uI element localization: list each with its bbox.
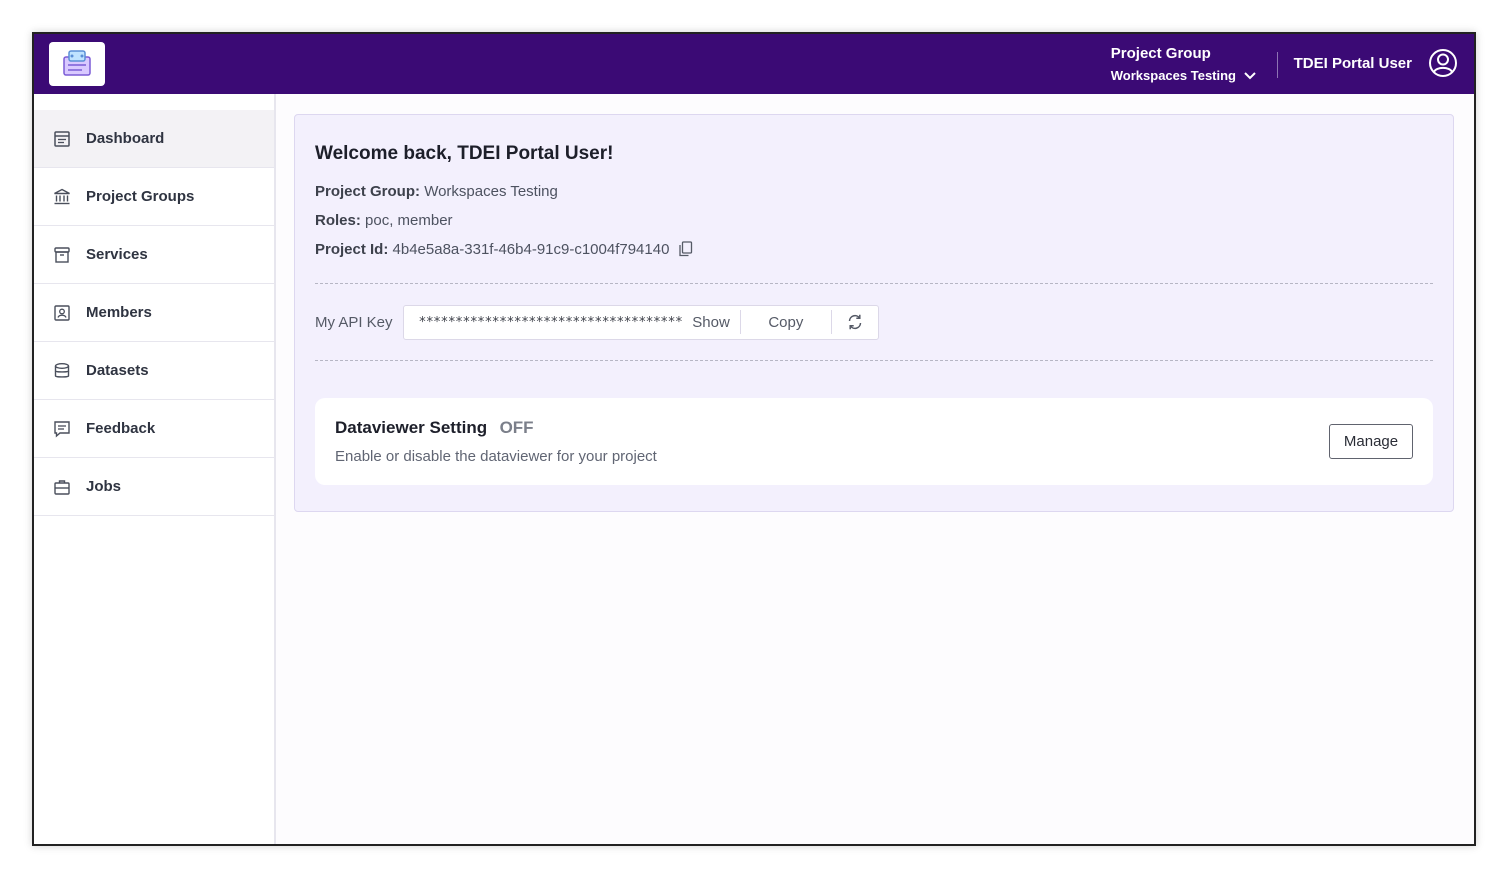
project-group-info-value: Workspaces Testing	[424, 183, 558, 200]
project-group-label: Project Group	[1110, 45, 1211, 62]
sidebar-item-datasets[interactable]: Datasets	[34, 342, 274, 400]
dataviewer-status: OFF	[499, 418, 534, 437]
project-id-value: 4b4e5a8a-331f-46b4-91c9-c1004f794140	[392, 241, 670, 258]
roles-info: Roles: poc, member	[315, 206, 1433, 235]
sidebar-item-label: Members	[86, 304, 152, 321]
user-name: TDEI Portal User	[1293, 54, 1412, 72]
sidebar-item-label: Feedback	[86, 420, 156, 437]
sidebar-item-dashboard[interactable]: Dashboard	[34, 110, 274, 168]
dashboard-icon	[52, 129, 72, 149]
user-avatar-icon	[1429, 49, 1457, 77]
welcome-title: Welcome back, TDEI Portal User!	[315, 143, 614, 164]
sidebar-item-label: Jobs	[86, 478, 122, 495]
header-divider	[1277, 52, 1278, 78]
show-api-key-button[interactable]: Show	[692, 314, 740, 331]
sidebar-item-label: Datasets	[86, 362, 149, 379]
project-group-info: Project Group: Workspaces Testing	[315, 177, 1433, 206]
project-group-dropdown[interactable]: Workspaces Testing	[1111, 66, 1256, 86]
top-navbar: Project Group Workspaces Testing TDEI Po…	[34, 34, 1474, 94]
user-menu[interactable]: TDEI Portal User	[1294, 48, 1458, 78]
roles-label: Roles:	[315, 212, 361, 229]
sidebar-item-project-groups[interactable]: Project Groups	[34, 168, 274, 226]
chevron-down-icon	[1244, 72, 1256, 80]
api-key-box: ************************************ Sho…	[402, 304, 879, 340]
sidebar-item-label: Project Groups	[86, 188, 195, 205]
api-key-row: My API Key *****************************…	[315, 284, 1433, 360]
dataviewer-description: Enable or disable the dataviewer for you…	[335, 448, 657, 465]
briefcase-icon	[52, 477, 72, 497]
member-badge-icon	[52, 303, 72, 323]
project-group-info-label: Project Group:	[315, 183, 421, 200]
database-icon	[52, 361, 72, 381]
app-logo[interactable]	[49, 42, 105, 86]
archive-box-icon	[52, 245, 72, 265]
main-content: Welcome back, TDEI Portal User! Project …	[294, 114, 1454, 512]
copy-project-id-icon[interactable]	[678, 238, 693, 267]
sidebar: Dashboard Project Groups Services Member…	[34, 94, 276, 844]
dataviewer-title: Dataviewer Setting	[335, 418, 488, 437]
feedback-icon	[52, 419, 72, 439]
project-group-value: Workspaces Testing	[1110, 68, 1236, 83]
sidebar-item-jobs[interactable]: Jobs	[34, 458, 274, 516]
manage-button[interactable]: Manage	[1329, 424, 1413, 459]
api-key-masked: ************************************	[418, 314, 683, 330]
refresh-icon	[848, 314, 862, 330]
sidebar-item-feedback[interactable]: Feedback	[34, 400, 274, 458]
api-key-label: My API Key	[315, 313, 393, 331]
app-window: Project Group Workspaces Testing TDEI Po…	[32, 32, 1476, 846]
roles-value: poc, member	[365, 212, 453, 229]
sidebar-item-label: Services	[86, 246, 148, 263]
regenerate-api-key-button[interactable]	[832, 313, 878, 331]
sidebar-item-members[interactable]: Members	[34, 284, 274, 342]
project-id-label: Project Id:	[315, 241, 389, 258]
project-group-selector[interactable]: Project Group Workspaces Testing	[1111, 44, 1256, 86]
welcome-card: Welcome back, TDEI Portal User! Project …	[294, 114, 1454, 512]
dataviewer-setting-card: Dataviewer Setting OFF Enable or disable…	[315, 398, 1433, 485]
bank-icon	[52, 187, 72, 207]
copy-api-key-button[interactable]: Copy	[741, 314, 831, 331]
project-id-info: Project Id: 4b4e5a8a-331f-46b4-91c9-c100…	[315, 235, 1433, 267]
sidebar-item-label: Dashboard	[86, 130, 165, 147]
logo-icon	[63, 50, 91, 76]
sidebar-item-services[interactable]: Services	[34, 226, 274, 284]
divider	[315, 360, 1433, 361]
